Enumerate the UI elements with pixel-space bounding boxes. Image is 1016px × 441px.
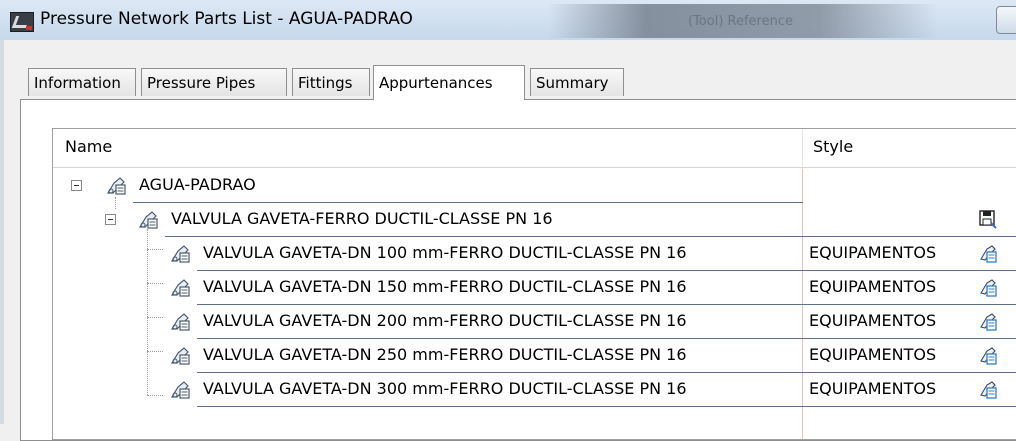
column-divider[interactable] [802, 129, 803, 167]
window-title: Pressure Network Parts List - AGUA-PADRA… [40, 9, 413, 29]
table-row[interactable]: VALVULA GAVETA-DN 300 mm-FERRO DUCTIL-CL… [53, 373, 1016, 407]
row-style[interactable]: EQUIPAMENTOS [809, 345, 936, 364]
pressure-part-icon [170, 279, 190, 297]
table-header: Name Style [53, 129, 1016, 168]
style-picker-icon[interactable] [979, 243, 997, 263]
table-row[interactable]: VALVULA GAVETA-DN 250 mm-FERRO DUCTIL-CL… [53, 339, 1016, 373]
table-row[interactable]: VALVULA GAVETA-DN 150 mm-FERRO DUCTIL-CL… [53, 271, 1016, 305]
tab-summary[interactable]: Summary [530, 68, 624, 96]
collapse-toggle-icon[interactable] [71, 180, 82, 191]
row-name: VALVULA GAVETA-DN 250 mm-FERRO DUCTIL-CL… [203, 345, 687, 364]
tab-fittings[interactable]: Fittings [292, 68, 370, 96]
save-style-icon[interactable] [979, 209, 997, 229]
row-style[interactable]: EQUIPAMENTOS [809, 277, 936, 296]
row-name: VALVULA GAVETA-DN 100 mm-FERRO DUCTIL-CL… [203, 243, 687, 262]
tab-appurtenances[interactable]: Appurtenances [373, 65, 525, 100]
civil3d-app-icon[interactable] [10, 12, 34, 32]
pressure-part-icon [138, 211, 158, 229]
row-name: VALVULA GAVETA-DN 150 mm-FERRO DUCTIL-CL… [203, 277, 687, 296]
style-picker-icon[interactable] [979, 311, 997, 331]
collapse-toggle-icon[interactable] [105, 214, 116, 225]
pressure-part-icon [170, 245, 190, 263]
row-style[interactable]: EQUIPAMENTOS [809, 311, 936, 330]
window-control-button[interactable] [996, 6, 1016, 34]
row-name: AGUA-PADRAO [139, 175, 256, 194]
style-picker-icon[interactable] [979, 379, 997, 399]
tab-information[interactable]: Information [28, 68, 136, 96]
tab-pressure-pipes[interactable]: Pressure Pipes [141, 68, 287, 96]
row-name: VALVULA GAVETA-DN 300 mm-FERRO DUCTIL-CL… [203, 379, 687, 398]
tree-row-root[interactable]: AGUA-PADRAO [53, 169, 1016, 203]
column-header-name[interactable]: Name [65, 137, 112, 156]
title-bar[interactable]: (Tool) Reference Pressure Network Parts … [0, 0, 1016, 40]
row-name: VALVULA GAVETA-DN 200 mm-FERRO DUCTIL-CL… [203, 311, 687, 330]
pressure-part-icon [170, 347, 190, 365]
row-name: VALVULA GAVETA-FERRO DUCTIL-CLASSE PN 16 [171, 209, 553, 228]
style-picker-icon[interactable] [979, 345, 997, 365]
column-header-style[interactable]: Style [813, 137, 853, 156]
pressure-part-icon [106, 177, 126, 195]
tree-row-group[interactable]: VALVULA GAVETA-FERRO DUCTIL-CLASSE PN 16 [53, 203, 1016, 237]
window-left-edge [0, 40, 4, 424]
background-window-title: (Tool) Reference [548, 4, 938, 38]
row-underline [197, 406, 1016, 407]
table-row[interactable]: VALVULA GAVETA-DN 100 mm-FERRO DUCTIL-CL… [53, 237, 1016, 271]
row-style[interactable]: EQUIPAMENTOS [809, 379, 936, 398]
pressure-part-icon [170, 381, 190, 399]
style-picker-icon[interactable] [979, 277, 997, 297]
parts-table[interactable]: Name Style AGUA-PADRAO VALVULA GAVETA-FE… [52, 128, 1016, 440]
row-style[interactable]: EQUIPAMENTOS [809, 243, 936, 262]
pressure-part-icon [170, 313, 190, 331]
table-row[interactable]: VALVULA GAVETA-DN 200 mm-FERRO DUCTIL-CL… [53, 305, 1016, 339]
